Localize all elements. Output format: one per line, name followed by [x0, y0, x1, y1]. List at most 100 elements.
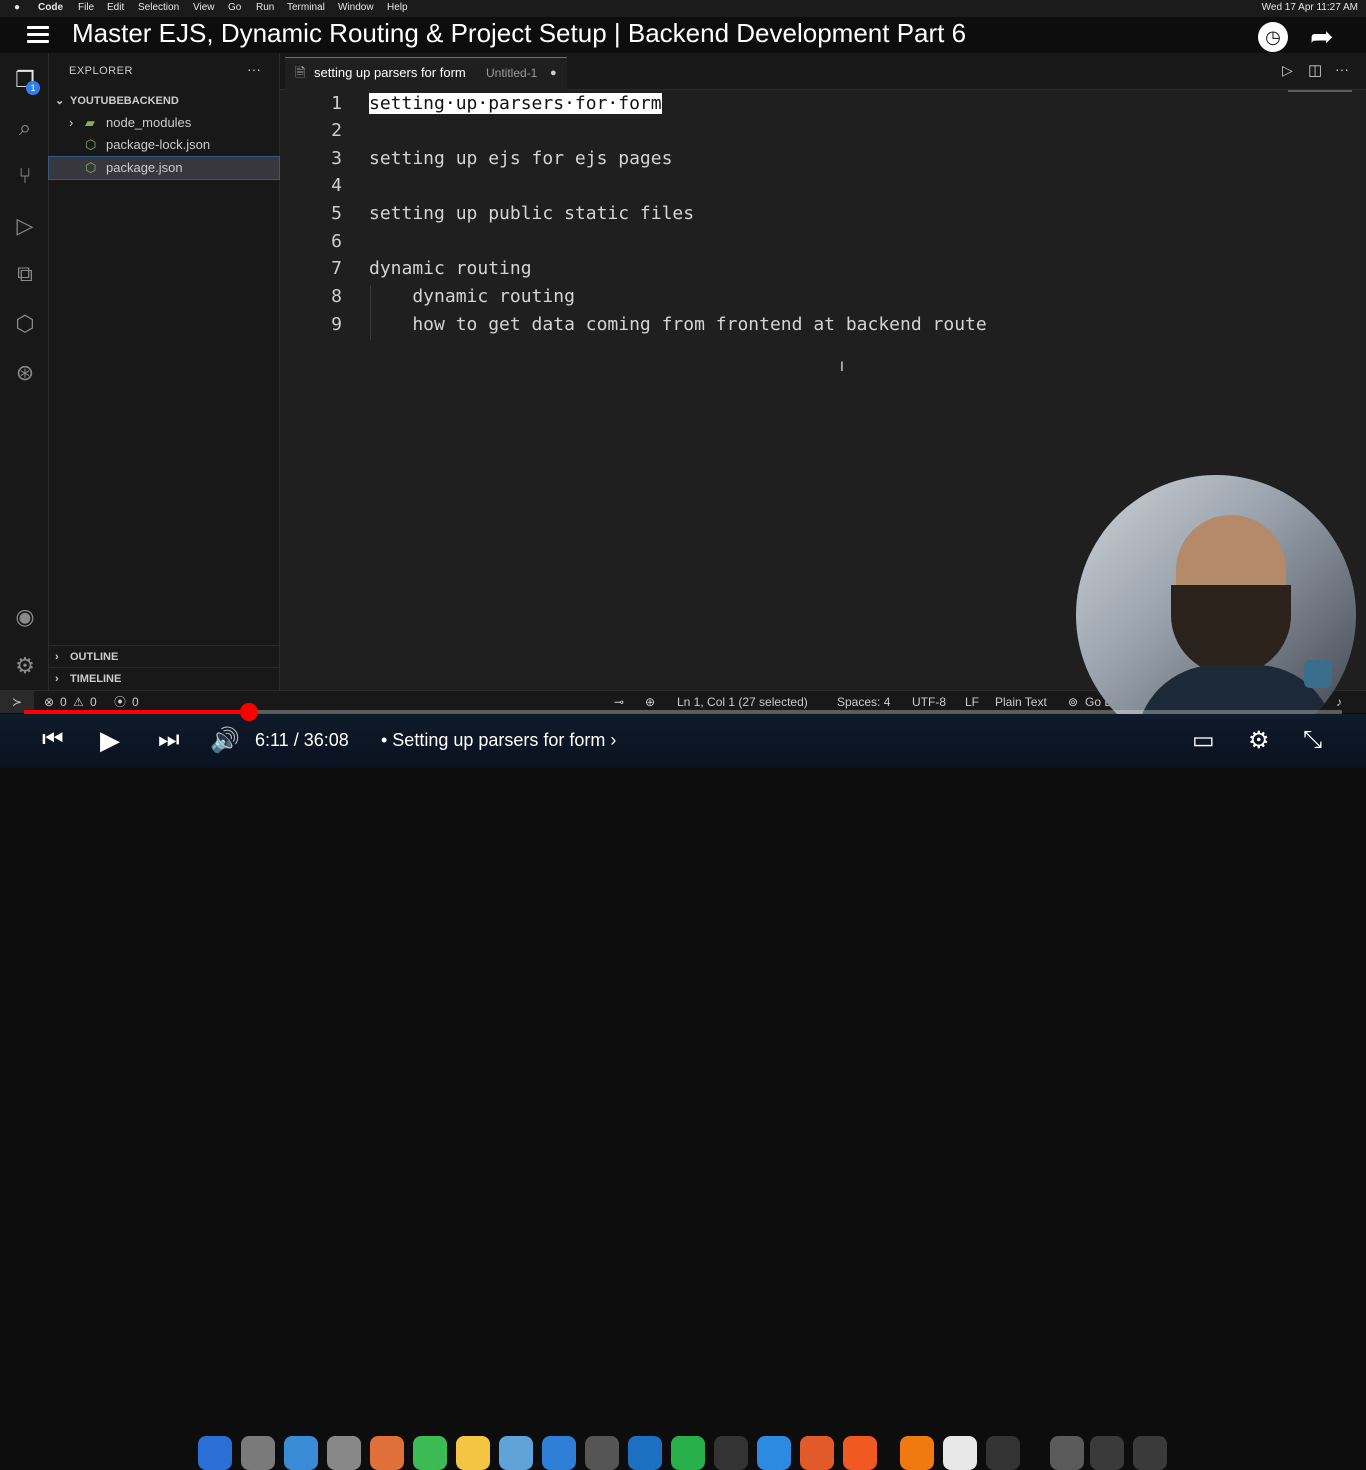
clock[interactable]: Wed 17 Apr 11:27 AM	[1262, 2, 1358, 13]
code-line[interactable]: how to get data coming from frontend at …	[369, 314, 986, 335]
line-number: 2	[331, 120, 342, 141]
settings-gear-icon[interactable]: ⚙	[12, 653, 38, 679]
text-cursor-icon: I	[840, 358, 844, 374]
tree-item-package-lock[interactable]: ⬡ package-lock.json	[49, 134, 279, 156]
source-control-icon[interactable]: ⑂	[12, 163, 38, 189]
remote-explorer-icon[interactable]: ⬡	[12, 311, 38, 337]
chevron-right-icon: ›	[610, 730, 617, 750]
trash-icon[interactable]	[1133, 1436, 1167, 1470]
obs-icon[interactable]	[986, 1436, 1020, 1470]
split-editor-icon[interactable]: ◫	[1308, 61, 1322, 79]
finder-icon[interactable]	[198, 1436, 232, 1470]
explorer-sidebar: EXPLORER ··· ⌄ YOUTUBEBACKEND › ▰ node_m…	[48, 53, 280, 690]
file-icon: 🗎	[295, 65, 306, 80]
project-folder[interactable]: ⌄ YOUTUBEBACKEND	[49, 90, 279, 112]
more-actions-icon[interactable]: ···	[1335, 61, 1349, 77]
line-number: 1	[331, 93, 342, 114]
outline-label: OUTLINE	[70, 651, 119, 663]
contacts-icon[interactable]	[327, 1436, 361, 1470]
watch-later-icon[interactable]: ◷	[1258, 22, 1288, 52]
git-graph-icon[interactable]: ⊛	[12, 360, 38, 386]
menu-file[interactable]: File	[78, 2, 94, 13]
chevron-down-icon: ⌄	[55, 95, 65, 107]
github-desktop-icon[interactable]	[714, 1436, 748, 1470]
menu-run[interactable]: Run	[256, 2, 274, 13]
app-store-icon[interactable]	[542, 1436, 576, 1470]
more-actions-icon[interactable]: ···	[247, 61, 261, 77]
postman-icon[interactable]	[800, 1436, 834, 1470]
maps-icon[interactable]	[284, 1436, 318, 1470]
menu-icon[interactable]	[27, 26, 49, 47]
system-settings-icon[interactable]	[585, 1436, 619, 1470]
whatsapp-icon[interactable]	[671, 1436, 705, 1470]
code-line[interactable]: setting up ejs for ejs pages	[369, 148, 672, 169]
code-line[interactable]: dynamic routing	[369, 286, 575, 307]
video-title[interactable]: Master EJS, Dynamic Routing & Project Se…	[72, 18, 966, 49]
menu-view[interactable]: View	[193, 2, 215, 13]
menu-app-name[interactable]: Code	[38, 2, 63, 13]
tab-name: setting up parsers for form	[314, 65, 466, 80]
safari-icon[interactable]	[757, 1436, 791, 1470]
menu-edit[interactable]: Edit	[107, 2, 124, 13]
outline-section[interactable]: › OUTLINE	[49, 645, 279, 668]
previous-icon[interactable]: ⏮	[42, 726, 64, 754]
time-separator: /	[293, 730, 299, 750]
chapter-button[interactable]: • Setting up parsers for form ›	[381, 730, 616, 751]
play-icon[interactable]: ▶	[100, 725, 120, 756]
share-icon[interactable]: ➦	[1310, 20, 1333, 53]
duration: 36:08	[303, 730, 349, 750]
preview-icon[interactable]	[499, 1436, 533, 1470]
tree-item-label: package-lock.json	[106, 137, 211, 152]
menu-help[interactable]: Help	[387, 2, 408, 13]
explorer-badge: 1	[26, 81, 40, 95]
extensions-icon[interactable]: ⧉	[12, 261, 38, 287]
account-icon[interactable]: ◉	[12, 604, 38, 630]
volume-icon[interactable]: 🔊	[210, 726, 240, 755]
menu-selection[interactable]: Selection	[138, 2, 179, 13]
screenshot-icon[interactable]	[1090, 1436, 1124, 1470]
channel-avatar-icon	[1304, 660, 1332, 688]
chevron-right-icon: ›	[55, 673, 59, 685]
mac-menu-bar: ● Code File Edit Selection View Go Run T…	[0, 0, 1366, 17]
time-display: 6:11 / 36:08	[255, 730, 349, 751]
progress-fill	[24, 710, 250, 714]
run-icon[interactable]: ▷	[1282, 62, 1293, 79]
launchpad-icon[interactable]	[241, 1436, 275, 1470]
code-line[interactable]: dynamic routing	[369, 258, 532, 279]
project-folder-label: YOUTUBEBACKEND	[70, 95, 179, 107]
menu-terminal[interactable]: Terminal	[287, 2, 325, 13]
code-line[interactable]: setting up public static files	[369, 203, 694, 224]
run-debug-icon[interactable]: ▷	[12, 213, 38, 239]
minimap[interactable]	[1288, 90, 1352, 106]
exit-fullscreen-icon[interactable]: ⤡	[1303, 726, 1322, 754]
chrome-icon[interactable]	[943, 1436, 977, 1470]
brave-icon[interactable]	[843, 1436, 877, 1470]
menu-window[interactable]: Window	[338, 2, 374, 13]
line-number: 9	[331, 314, 342, 335]
code-line[interactable]: setting·up·parsers·for·form	[369, 93, 662, 114]
chapter-title: • Setting up parsers for form	[381, 730, 606, 750]
apple-icon[interactable]: ●	[14, 2, 20, 13]
notes-icon[interactable]	[456, 1436, 490, 1470]
subtitles-icon[interactable]: ▭	[1192, 726, 1215, 755]
timeline-section[interactable]: › TIMELINE	[49, 667, 279, 690]
tab-untitled-1[interactable]: 🗎 setting up parsers for form Untitled-1…	[285, 57, 567, 90]
vscode-icon[interactable]	[628, 1436, 662, 1470]
document-icon[interactable]	[1050, 1436, 1084, 1470]
unsaved-dot-icon[interactable]: ●	[550, 58, 557, 88]
explorer-title: EXPLORER	[69, 65, 133, 77]
nodejs-file-icon: ⬡	[85, 160, 97, 175]
nodejs-file-icon: ⬡	[85, 137, 97, 152]
vlc-icon[interactable]	[900, 1436, 934, 1470]
messages-icon[interactable]	[413, 1436, 447, 1470]
chevron-right-icon: ›	[55, 651, 59, 663]
tree-item-node-modules[interactable]: › ▰ node_modules	[49, 112, 279, 134]
photos-icon[interactable]	[370, 1436, 404, 1470]
search-icon[interactable]: ⌕	[12, 115, 38, 141]
line-number: 3	[331, 148, 342, 169]
settings-gear-icon[interactable]: ⚙	[1248, 726, 1270, 755]
tree-item-package-json[interactable]: ⬡ package.json	[48, 156, 280, 180]
folder-icon: ▰	[85, 115, 95, 130]
next-icon[interactable]: ⏭	[158, 726, 180, 754]
menu-go[interactable]: Go	[228, 2, 241, 13]
